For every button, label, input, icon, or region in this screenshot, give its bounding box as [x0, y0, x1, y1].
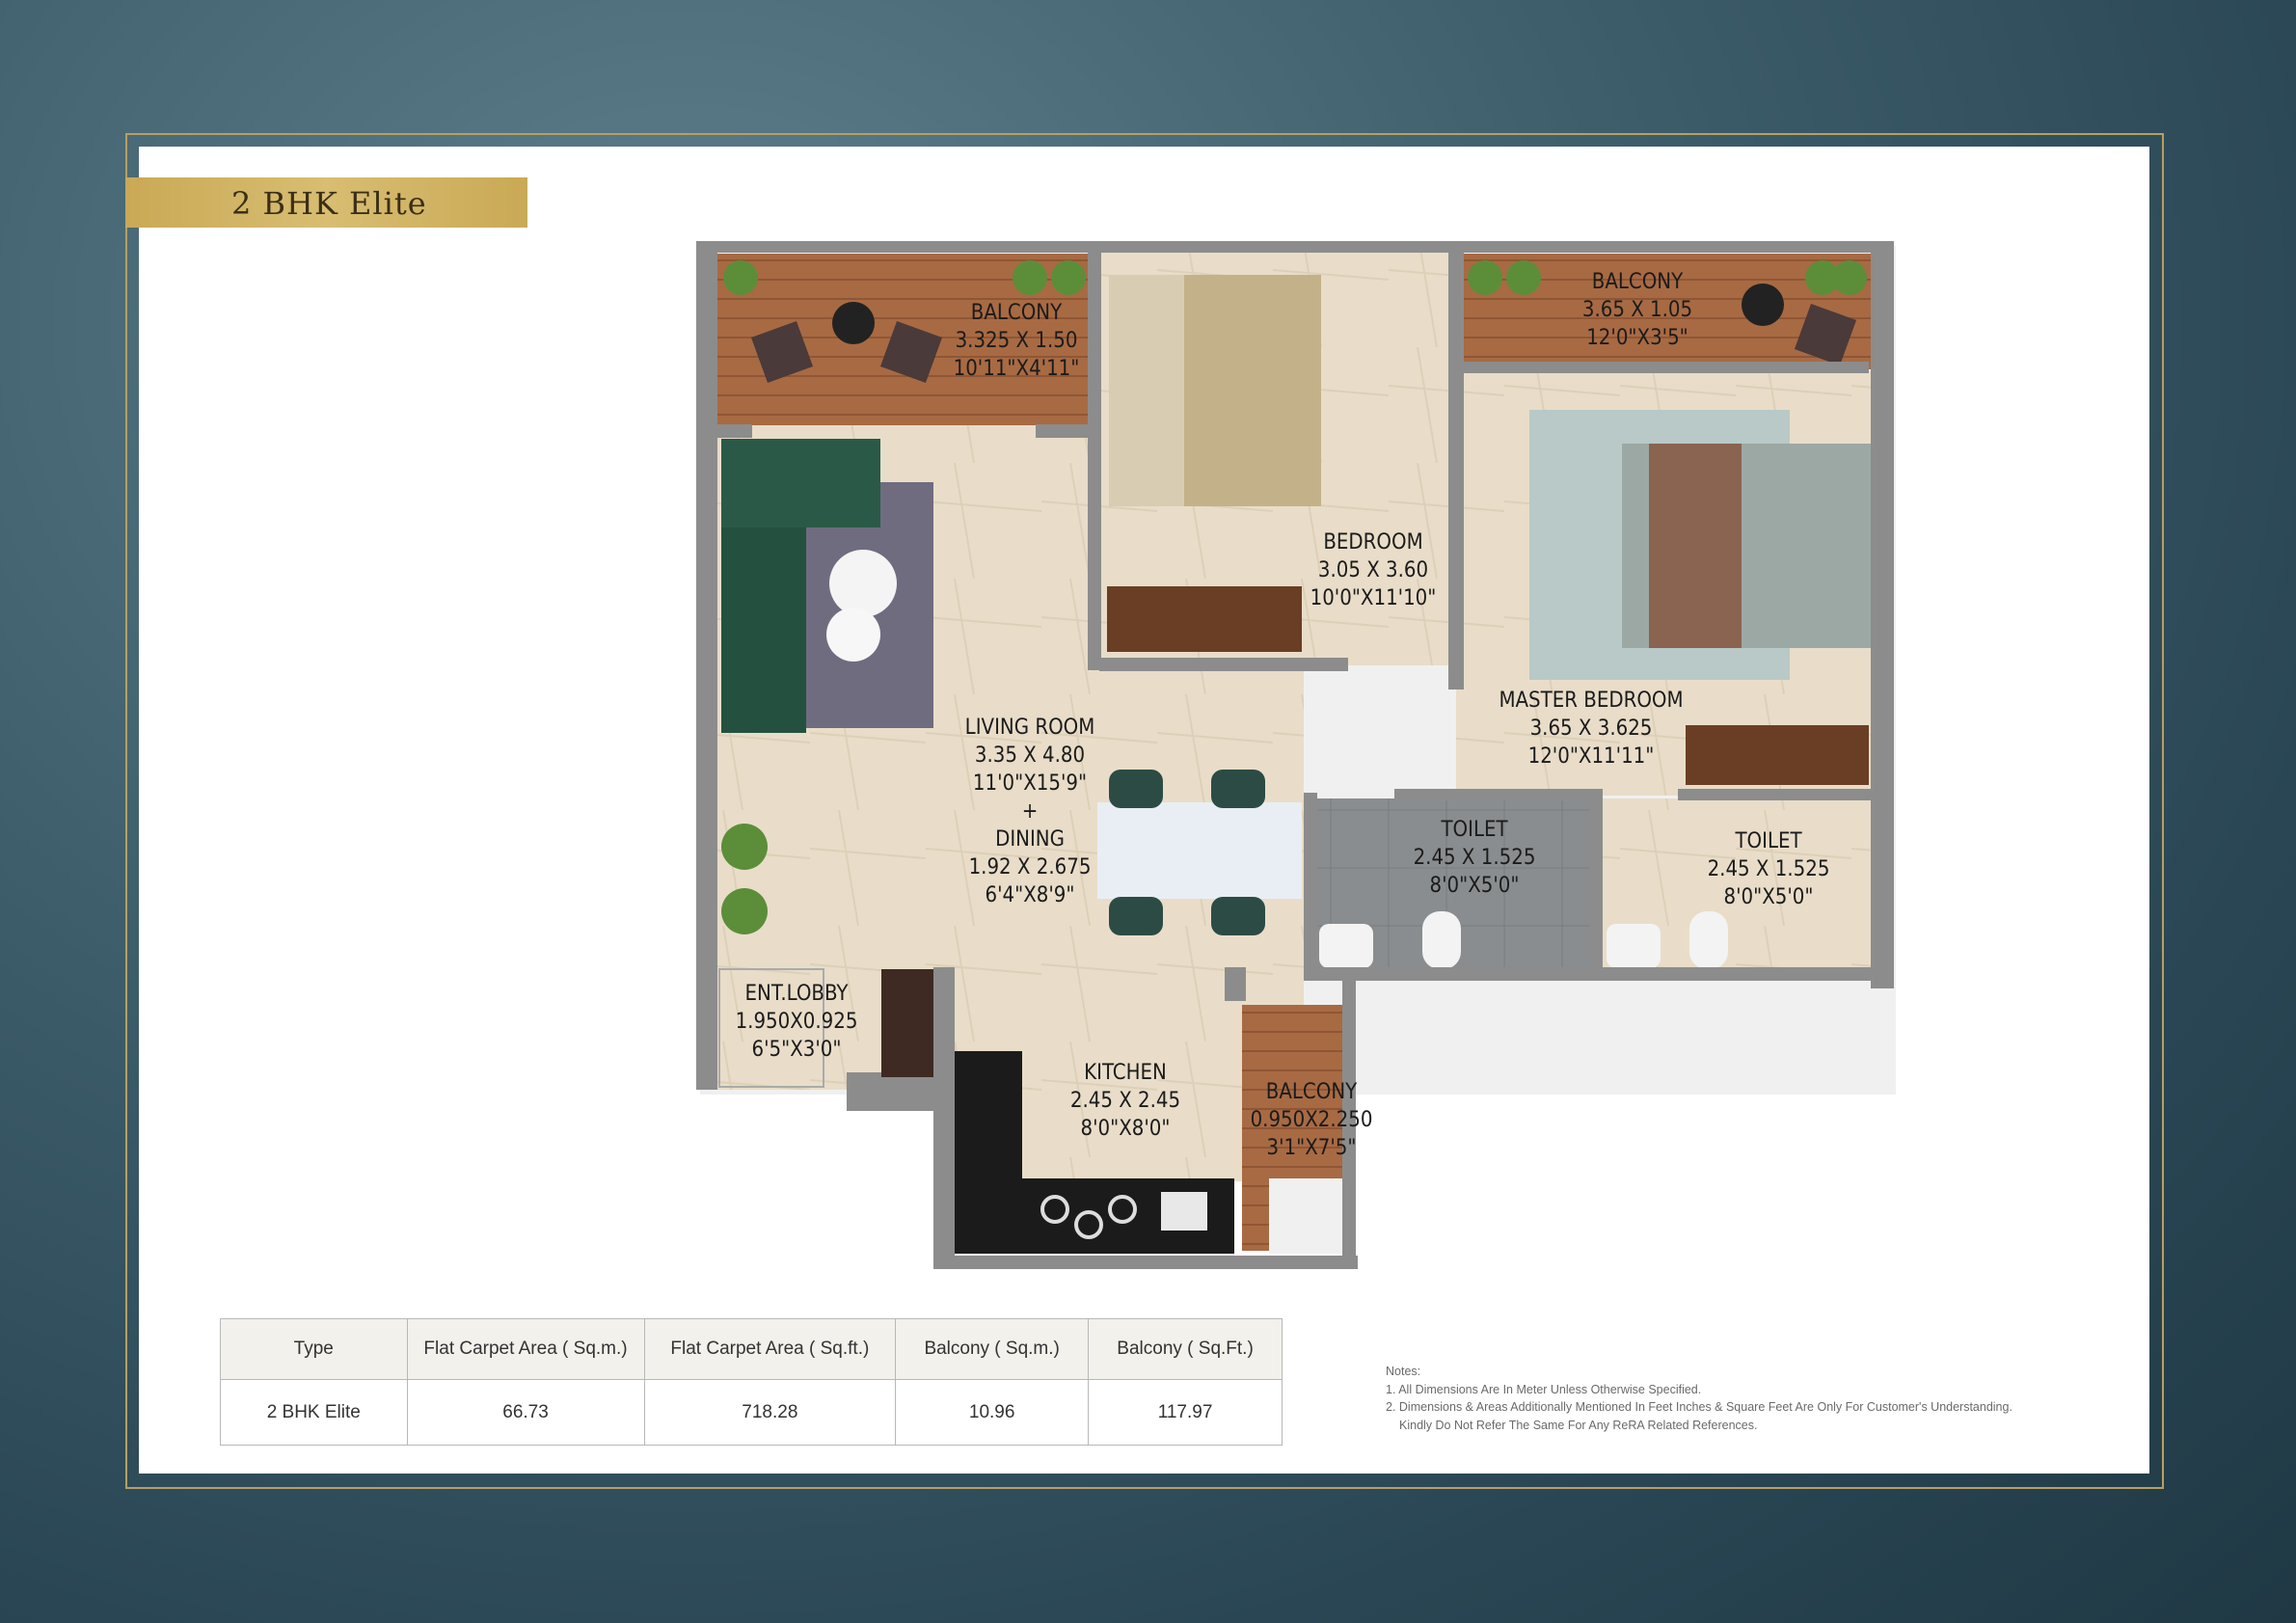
master-wardrobe	[1686, 725, 1869, 785]
notes-line: Kindly Do Not Refer The Same For Any ReR…	[1399, 1418, 1758, 1432]
dining-table	[1097, 802, 1302, 899]
room-label-toilet-1: TOILET 2.45 X 1.525 8'0"X5'0"	[1413, 818, 1536, 898]
dining-chair	[1109, 770, 1163, 808]
wc	[1422, 911, 1461, 969]
plant	[1832, 260, 1867, 295]
table-row: 2 BHK Elite 66.73 718.28 10.96 117.97	[220, 1379, 1283, 1446]
room-label-living-dining: LIVING ROOM 3.35 X 4.80 11'0"X15'9" + DI…	[964, 716, 1095, 907]
area-table: Type Flat Carpet Area ( Sq.m.) Flat Carp…	[220, 1318, 1283, 1446]
notes-title: Notes:	[1386, 1365, 1421, 1378]
plant	[721, 824, 768, 870]
table-header-row: Type Flat Carpet Area ( Sq.m.) Flat Carp…	[220, 1318, 1283, 1380]
basin	[1607, 924, 1661, 968]
bed-sheet	[1184, 275, 1321, 506]
room-label-balcony-right: BALCONY 3.65 X 1.05 12'0"X3'5"	[1581, 270, 1693, 350]
room-label-ent-lobby: ENT.LOBBY 1.950X0.925 6'5"X3'0"	[735, 982, 858, 1062]
table-cell-balcony-sqm: 10.96	[895, 1379, 1090, 1446]
plant	[721, 888, 768, 934]
notes-line: 1. All Dimensions Are In Meter Unless Ot…	[1386, 1382, 1702, 1396]
plant	[1013, 260, 1047, 295]
wardrobe	[1107, 586, 1302, 652]
notes-line: 2. Dimensions & Areas Additionally Menti…	[1386, 1400, 2012, 1414]
master-throw	[1649, 444, 1742, 648]
table-header: Flat Carpet Area ( Sq.m.)	[406, 1318, 645, 1380]
wc	[1689, 911, 1728, 969]
dining-chair	[1211, 897, 1265, 935]
table-header: Balcony ( Sq.m.)	[895, 1318, 1090, 1380]
plant	[1506, 260, 1541, 295]
dining-chair	[1211, 770, 1265, 808]
basin	[1319, 924, 1373, 968]
room-label-balcony-kitchen: BALCONY 0.950X2.250 3'1"X7'5"	[1250, 1080, 1373, 1160]
room-label-kitchen: KITCHEN 2.45 X 2.45 8'0"X8'0"	[1069, 1061, 1181, 1141]
balcony-table	[1742, 284, 1784, 326]
room-label-toilet-2: TOILET 2.45 X 1.525 8'0"X5'0"	[1707, 829, 1830, 909]
washer	[1269, 1178, 1344, 1254]
notes: Notes: 1. All Dimensions Are In Meter Un…	[1386, 1363, 2012, 1434]
table-header: Flat Carpet Area ( Sq.ft.)	[643, 1318, 897, 1380]
plant	[1468, 260, 1502, 295]
coffee-table-small	[826, 608, 880, 662]
sofa-chaise	[721, 439, 880, 527]
table-cell-carpet-sqft: 718.28	[643, 1379, 897, 1446]
table-header: Type	[220, 1318, 408, 1380]
kitchen-sink	[1161, 1192, 1207, 1231]
table-cell-carpet-sqm: 66.73	[406, 1379, 645, 1446]
table-header: Balcony ( Sq.Ft.)	[1088, 1318, 1283, 1380]
balcony-table	[832, 302, 875, 344]
coffee-table	[829, 550, 897, 617]
plant	[1051, 260, 1086, 295]
room-label-bedroom: BEDROOM 3.05 X 3.60 10'0"X11'10"	[1310, 530, 1437, 610]
table-cell-balcony-sqft: 117.97	[1088, 1379, 1283, 1446]
shoe-cabinet	[881, 969, 933, 1077]
plant	[723, 260, 758, 295]
room-label-master-bedroom: MASTER BEDROOM 3.65 X 3.625 12'0"X11'11"	[1499, 689, 1684, 769]
room-label-balcony-left: BALCONY 3.325 X 1.50 10'11"X4'11"	[953, 301, 1080, 381]
dining-chair	[1109, 897, 1163, 935]
table-cell-type: 2 BHK Elite	[220, 1379, 408, 1446]
